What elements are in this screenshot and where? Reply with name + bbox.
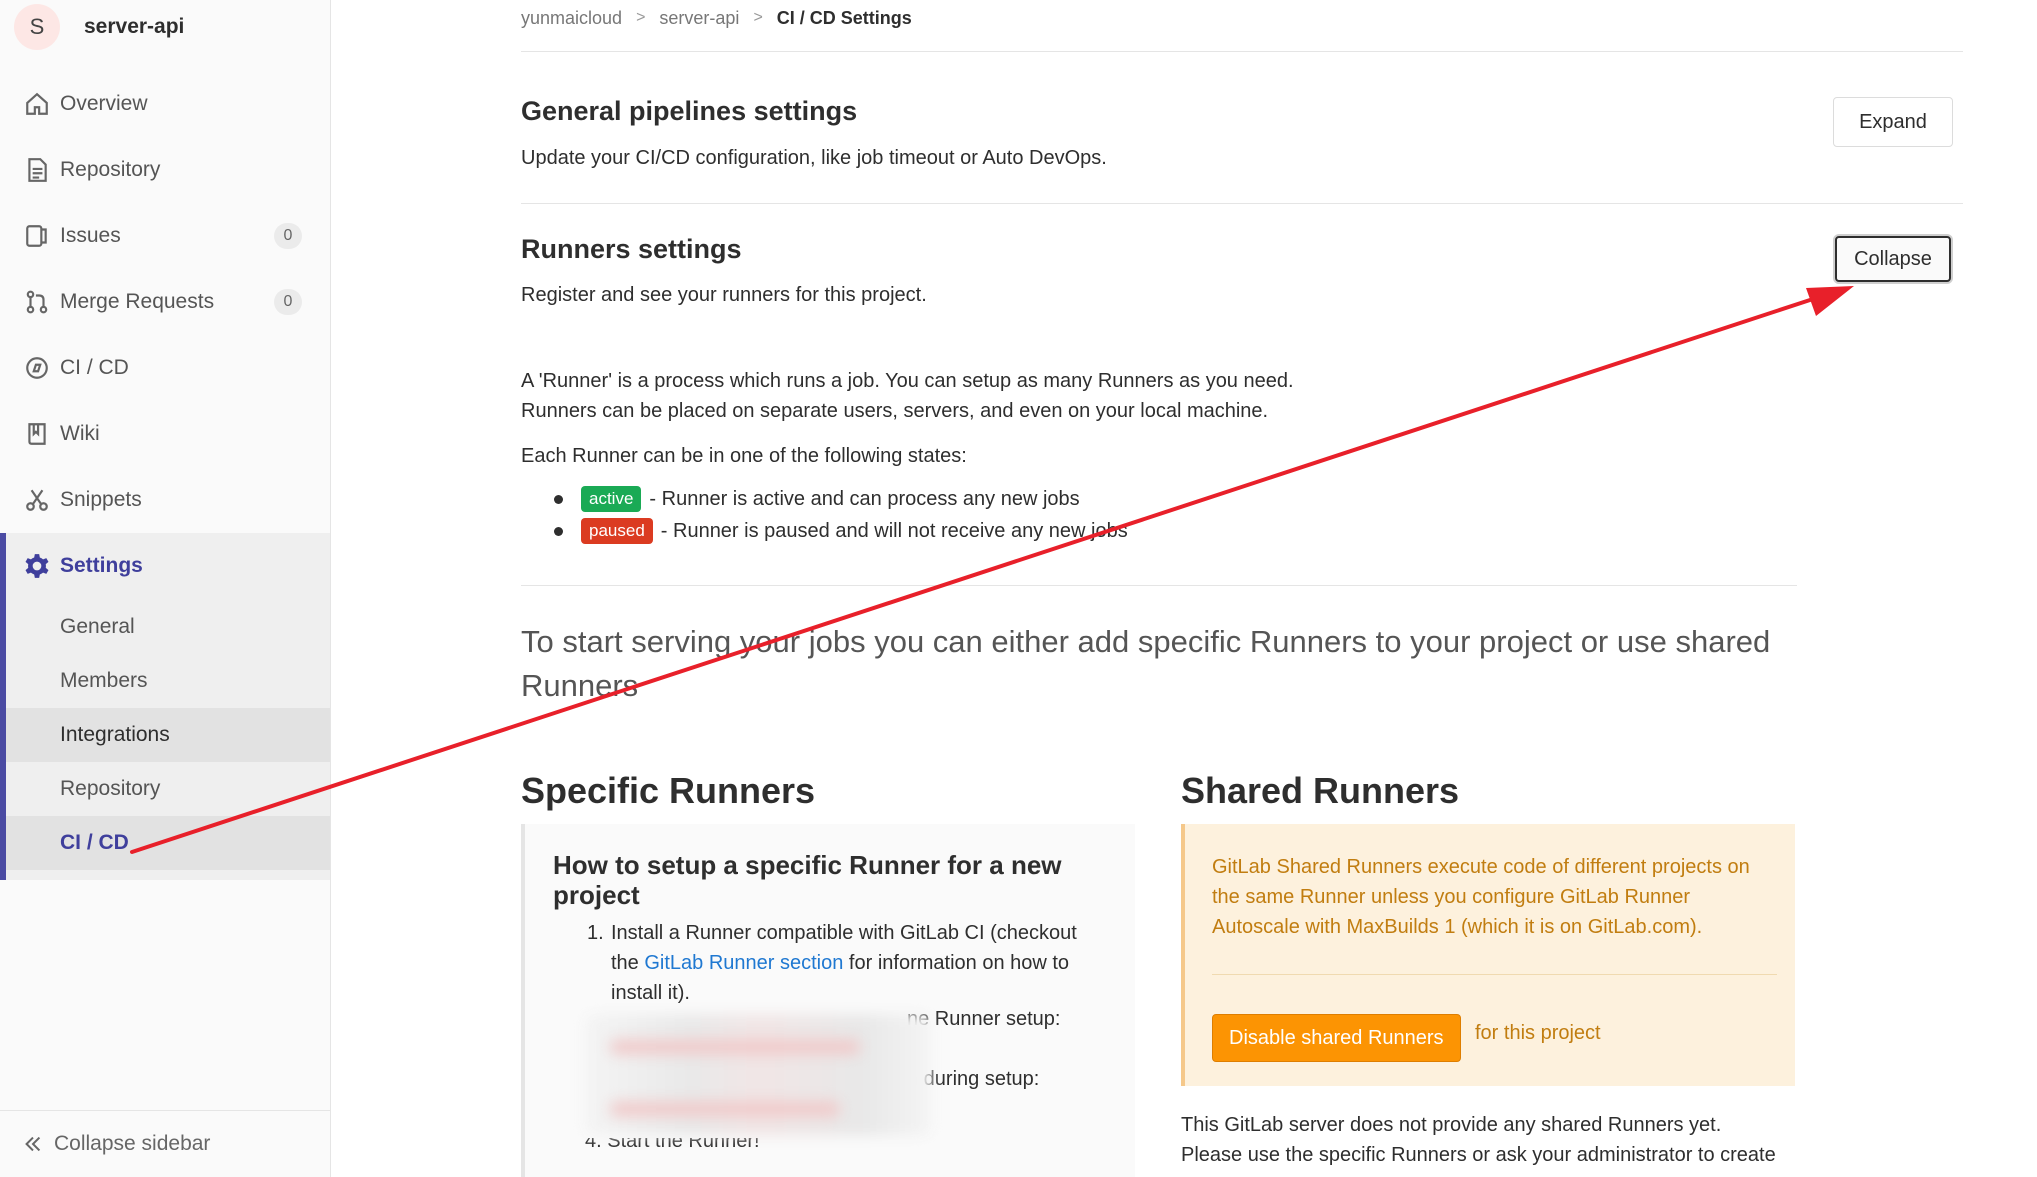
collapse-sidebar-label: Collapse sidebar: [54, 1132, 211, 1155]
sidebar-item-settings[interactable]: Settings: [0, 536, 330, 596]
collapse-button[interactable]: Collapse: [1835, 236, 1951, 282]
runner-state-active: active - Runner is active and can proces…: [554, 486, 1080, 512]
settings-subitem-members[interactable]: Members: [6, 654, 330, 708]
shared-runners-title: Shared Runners: [1181, 770, 1460, 811]
runner-state-paused: paused - Runner is paused and will not r…: [554, 518, 1128, 544]
redacted-url: [610, 1040, 860, 1054]
breadcrumb-current[interactable]: CI / CD Settings: [777, 8, 912, 29]
shared-runners-warning-text: GitLab Shared Runners execute code of di…: [1212, 856, 1750, 938]
sidebar: S server-api Overview Repository Issues …: [0, 0, 331, 1177]
shared-runners-warning: GitLab Shared Runners execute code of di…: [1181, 824, 1795, 1086]
shared-runners-note-line-2: Please use the specific Runners or ask y…: [1181, 1144, 1776, 1166]
settings-subitem-ci-cd[interactable]: CI / CD: [6, 816, 330, 870]
sidebar-item-label: CI / CD: [60, 356, 129, 379]
general-pipelines-description: Update your CI/CD configuration, like jo…: [521, 147, 1107, 169]
section-divider: [521, 203, 1963, 204]
sidebar-subitem-label: Integrations: [60, 723, 170, 746]
breadcrumb: yunmaicloud > server-api > CI / CD Setti…: [521, 4, 912, 32]
chevron-right-icon: >: [753, 9, 763, 26]
setup-step-4-text: 4. Start the Runner!: [585, 1138, 760, 1156]
redacted-token-area: [585, 1014, 931, 1136]
sidebar-subitem-label: CI / CD: [60, 831, 129, 854]
sidebar-item-snippets[interactable]: Snippets: [0, 470, 330, 530]
step-number: 1.: [587, 922, 604, 944]
home-icon: [26, 92, 48, 115]
breadcrumb-divider: [521, 51, 1963, 52]
breadcrumb-group[interactable]: yunmaicloud: [521, 8, 622, 29]
double-chevron-left-icon: [25, 1136, 41, 1152]
issues-icon: [26, 225, 47, 247]
gear-icon: [25, 554, 49, 578]
settings-subitem-integrations[interactable]: Integrations: [6, 708, 330, 762]
issues-count-badge: 0: [274, 223, 302, 249]
project-name[interactable]: server-api: [84, 15, 184, 39]
shared-runners-note-line-1: This GitLab server does not provide any …: [1181, 1114, 1722, 1136]
sidebar-subitem-label: General: [60, 615, 135, 638]
annotation-arrow-head: [1806, 286, 1854, 316]
merge-request-icon: [26, 290, 48, 314]
runners-lead-text: To start serving your jobs you can eithe…: [521, 624, 1771, 703]
runner-states-intro: Each Runner can be in one of the followi…: [521, 445, 967, 467]
sidebar-item-label: Repository: [60, 158, 161, 181]
bullet: [554, 526, 563, 536]
book-icon: [28, 423, 46, 445]
sidebar-item-repository[interactable]: Repository: [0, 140, 330, 200]
specific-runner-setup-title: How to setup a specific Runner for a new…: [553, 850, 1062, 910]
scissors-icon: [26, 489, 48, 511]
setup-step-4-label: 4. Start the Runner!: [585, 1138, 760, 1152]
setup-step-1: 1. Install a Runner compatible with GitL…: [587, 918, 1109, 1008]
runners-settings-title: Runners settings: [521, 234, 742, 264]
project-avatar[interactable]: S: [14, 4, 60, 50]
expand-button[interactable]: Expand: [1833, 97, 1953, 147]
sidebar-item-merge-requests[interactable]: Merge Requests 0: [0, 272, 330, 332]
sidebar-item-label: Settings: [60, 554, 143, 577]
sidebar-item-issues[interactable]: Issues 0: [0, 206, 330, 266]
active-status-badge: active: [581, 486, 642, 512]
redacted-token: [610, 1102, 840, 1116]
disable-shared-runners-button[interactable]: Disable shared Runners: [1212, 1014, 1461, 1062]
warning-divider: [1212, 974, 1777, 975]
gitlab-runner-section-link[interactable]: GitLab Runner section: [644, 952, 843, 974]
chevron-right-icon: >: [636, 9, 646, 26]
project-header[interactable]: S server-api: [14, 0, 184, 54]
sidebar-item-wiki[interactable]: Wiki: [0, 404, 330, 464]
rocket-icon: [26, 357, 48, 379]
sidebar-item-label: Issues: [60, 224, 121, 247]
runner-intro-line-2: Runners can be placed on separate users,…: [521, 400, 1269, 422]
sidebar-subitem-label: Members: [60, 669, 148, 692]
paused-status-badge: paused: [581, 518, 653, 544]
runner-state-text: - Runner is active and can process any n…: [649, 487, 1080, 510]
general-pipelines-title: General pipelines settings: [521, 96, 858, 126]
sidebar-item-label: Wiki: [60, 422, 100, 445]
sidebar-item-label: Snippets: [60, 488, 142, 511]
disable-shared-runners-suffix: for this project: [1475, 1022, 1601, 1044]
collapse-sidebar-button[interactable]: Collapse sidebar: [0, 1110, 330, 1177]
settings-subitem-repository[interactable]: Repository: [6, 762, 330, 816]
runners-divider: [521, 585, 1797, 586]
specific-runners-title: Specific Runners: [521, 770, 816, 811]
settings-subitem-general[interactable]: General: [6, 600, 330, 654]
runners-settings-description: Register and see your runners for this p…: [521, 284, 927, 306]
runner-state-text: - Runner is paused and will not receive …: [660, 519, 1128, 542]
breadcrumb-project[interactable]: server-api: [659, 8, 739, 29]
shared-runners-note: This GitLab server does not provide any …: [1181, 1110, 1801, 1170]
runner-intro-line-1: A 'Runner' is a process which runs a job…: [521, 370, 1294, 392]
bullet: [554, 494, 563, 504]
sidebar-item-label: Overview: [60, 92, 148, 115]
sidebar-subitem-label: Repository: [60, 777, 161, 800]
sidebar-item-overview[interactable]: Overview: [0, 74, 330, 134]
document-icon: [28, 158, 47, 182]
merge-requests-count-badge: 0: [274, 289, 302, 315]
sidebar-item-ci-cd[interactable]: CI / CD: [0, 338, 330, 398]
setup-steps-list: 1. Install a Runner compatible with GitL…: [587, 918, 1109, 1008]
sidebar-item-label: Merge Requests: [60, 290, 215, 313]
